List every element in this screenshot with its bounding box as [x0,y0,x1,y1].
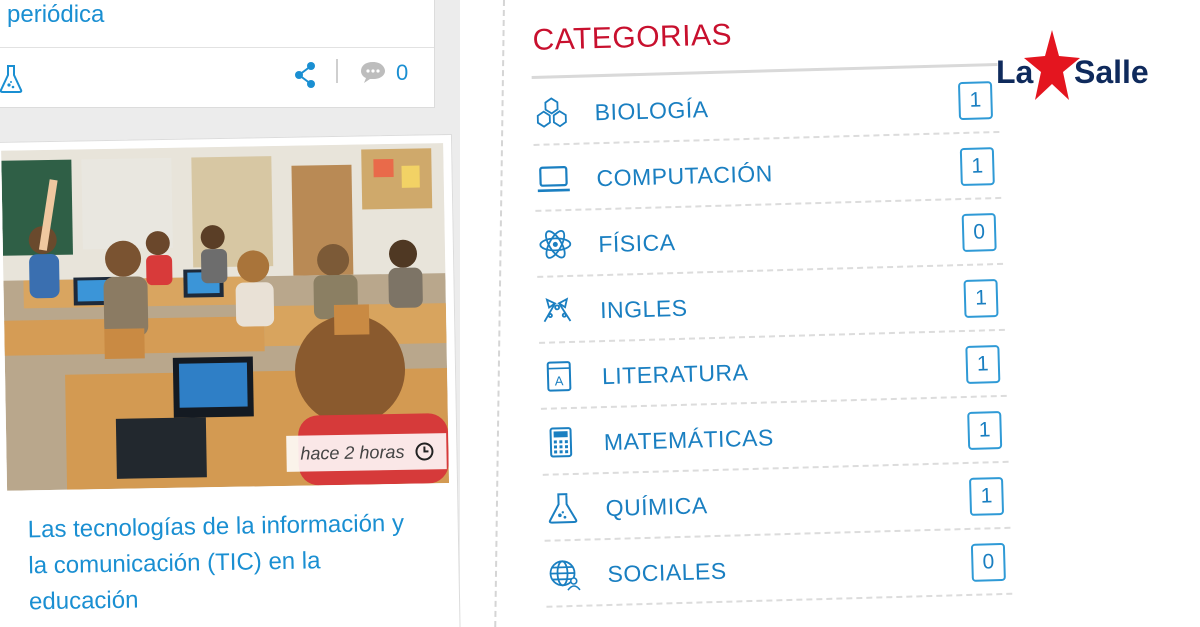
flask-icon [548,493,578,524]
share-icon[interactable] [293,61,317,89]
category-count[interactable]: 1 [963,279,999,318]
flags-icon [543,297,572,323]
globe-icon [549,560,581,591]
category-label[interactable]: LITERATURA [602,359,749,390]
book-icon: A [546,361,572,392]
categories-heading: CATEGORIAS [532,18,733,57]
category-count[interactable]: 1 [959,147,995,187]
logo-text-left: La [996,54,1034,90]
category-label[interactable]: BIOLOGÍA [594,96,709,126]
post-title[interactable]: Las tecnologías de la información y la c… [27,505,429,620]
category-label[interactable]: INGLES [600,295,688,324]
laptop-icon [537,166,570,193]
category-label[interactable]: SOCIALES [607,558,727,588]
post-feed: periódica 0 hace 2 horas Las tecnologías… [0,0,461,627]
categories-list: BIOLOGÍA 1 COMPUTACIÓN 1 FÍSICA 0 INGLES… [531,66,1013,608]
category-label[interactable]: QUÍMICA [605,492,708,522]
category-count[interactable]: 1 [965,345,1001,384]
category-label[interactable]: COMPUTACIÓN [596,160,773,192]
separator [336,59,338,83]
card-divider [0,47,434,48]
category-label[interactable]: MATEMÁTICAS [604,424,775,456]
category-count[interactable]: 1 [967,410,1003,450]
clock-icon [415,442,434,461]
category-count[interactable]: 0 [961,213,997,253]
comment-icon[interactable] [359,60,387,84]
la-salle-logo: La Salle [992,28,1152,108]
column-divider [494,0,505,627]
post-card[interactable]: periódica 0 [0,0,435,108]
post-card[interactable]: hace 2 horas Las tecnologías de la infor… [0,133,461,627]
category-count[interactable]: 0 [970,542,1006,582]
post-image[interactable]: hace 2 horas [1,143,450,491]
atom-icon [539,229,572,259]
category-label[interactable]: FÍSICA [598,229,676,258]
calculator-icon [549,427,573,458]
category-item-sociales[interactable]: SOCIALES 0 [544,528,1013,608]
categories-widget: CATEGORIAS BIOLOGÍA 1 COMPUTACIÓN 1 FÍSI… [530,5,1027,627]
time-ago: hace 2 horas [300,441,405,464]
post-title[interactable]: periódica [7,1,104,29]
logo-text-right: Salle [1074,54,1149,90]
flask-icon [0,65,23,93]
svg-text:A: A [555,373,564,388]
comment-count[interactable]: 0 [396,60,408,86]
molecule-icon [536,97,567,128]
category-count[interactable]: 1 [969,476,1005,516]
category-count[interactable]: 1 [957,81,994,121]
time-badge: hace 2 horas [286,433,447,472]
